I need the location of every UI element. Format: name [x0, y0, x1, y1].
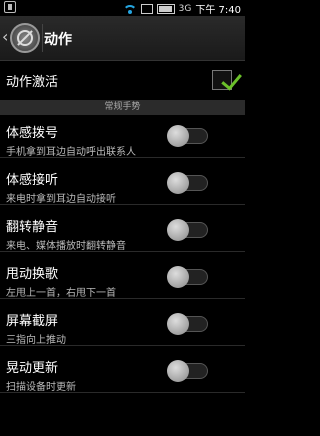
setting-row-flip-mute[interactable]: 翻转静音 来电、媒体播放时翻转静音: [0, 212, 245, 252]
toggle-knob: [167, 125, 189, 147]
setting-subtitle: 手机拿到耳边自动呼出联系人: [6, 147, 136, 158]
motion-activate-row[interactable]: 动作激活: [0, 60, 245, 100]
toggle-switch[interactable]: [167, 219, 208, 241]
setting-title: 翻转静音: [6, 220, 59, 235]
setting-title: 晃动更新: [6, 361, 59, 376]
toggle-switch[interactable]: [167, 360, 208, 382]
usb-icon: [4, 1, 16, 13]
back-chevron-icon[interactable]: ‹: [2, 27, 8, 46]
battery-icon: [156, 3, 175, 14]
setting-row-shake-update[interactable]: 晃动更新 扫描设备时更新: [0, 353, 245, 393]
toggle-knob: [167, 266, 189, 288]
toggle-switch[interactable]: [167, 172, 208, 194]
setting-title: 屏幕截屏: [6, 314, 59, 329]
motion-app-icon[interactable]: [10, 23, 40, 53]
notification-icon: [140, 3, 153, 14]
title-divider: [42, 24, 43, 52]
network-label: 3G: [178, 3, 192, 14]
toggle-switch[interactable]: [167, 266, 208, 288]
status-icons: 3G 下午 7:40: [122, 1, 241, 16]
checkmark-icon: [221, 68, 242, 91]
toggle-knob: [167, 172, 189, 194]
setting-subtitle: 左甩上一首，右甩下一首: [6, 288, 116, 299]
setting-row-motion-dial[interactable]: 体感拨号 手机拿到耳边自动呼出联系人: [0, 118, 245, 158]
toggle-switch[interactable]: [167, 313, 208, 335]
setting-subtitle: 来电、媒体播放时翻转静音: [6, 241, 126, 252]
motion-activate-checkbox[interactable]: [212, 68, 242, 91]
status-bar: 3G 下午 7:40: [0, 0, 245, 16]
status-time: 下午 7:40: [195, 5, 241, 16]
page-title: 动作: [44, 32, 72, 48]
setting-title: 体感接听: [6, 173, 59, 188]
wifi-icon: [122, 3, 137, 15]
setting-title: 体感拨号: [6, 126, 59, 141]
toggle-switch[interactable]: [167, 125, 208, 147]
setting-row-screenshot[interactable]: 屏幕截屏 三指向上推动: [0, 306, 245, 346]
action-bar: ‹ 动作: [0, 16, 245, 61]
setting-subtitle: 三指向上推动: [6, 335, 66, 346]
motion-activate-label: 动作激活: [6, 75, 59, 90]
toggle-knob: [167, 313, 189, 335]
toggle-knob: [167, 360, 189, 382]
setting-title: 甩动换歌: [6, 267, 59, 282]
setting-row-motion-answer[interactable]: 体感接听 来电时拿到耳边自动接听: [0, 165, 245, 205]
toggle-knob: [167, 219, 189, 241]
setting-row-swing-song[interactable]: 甩动换歌 左甩上一首，右甩下一首: [0, 259, 245, 299]
setting-subtitle: 扫描设备时更新: [6, 382, 76, 393]
section-header: 常规手势: [0, 100, 245, 115]
setting-subtitle: 来电时拿到耳边自动接听: [6, 194, 116, 205]
